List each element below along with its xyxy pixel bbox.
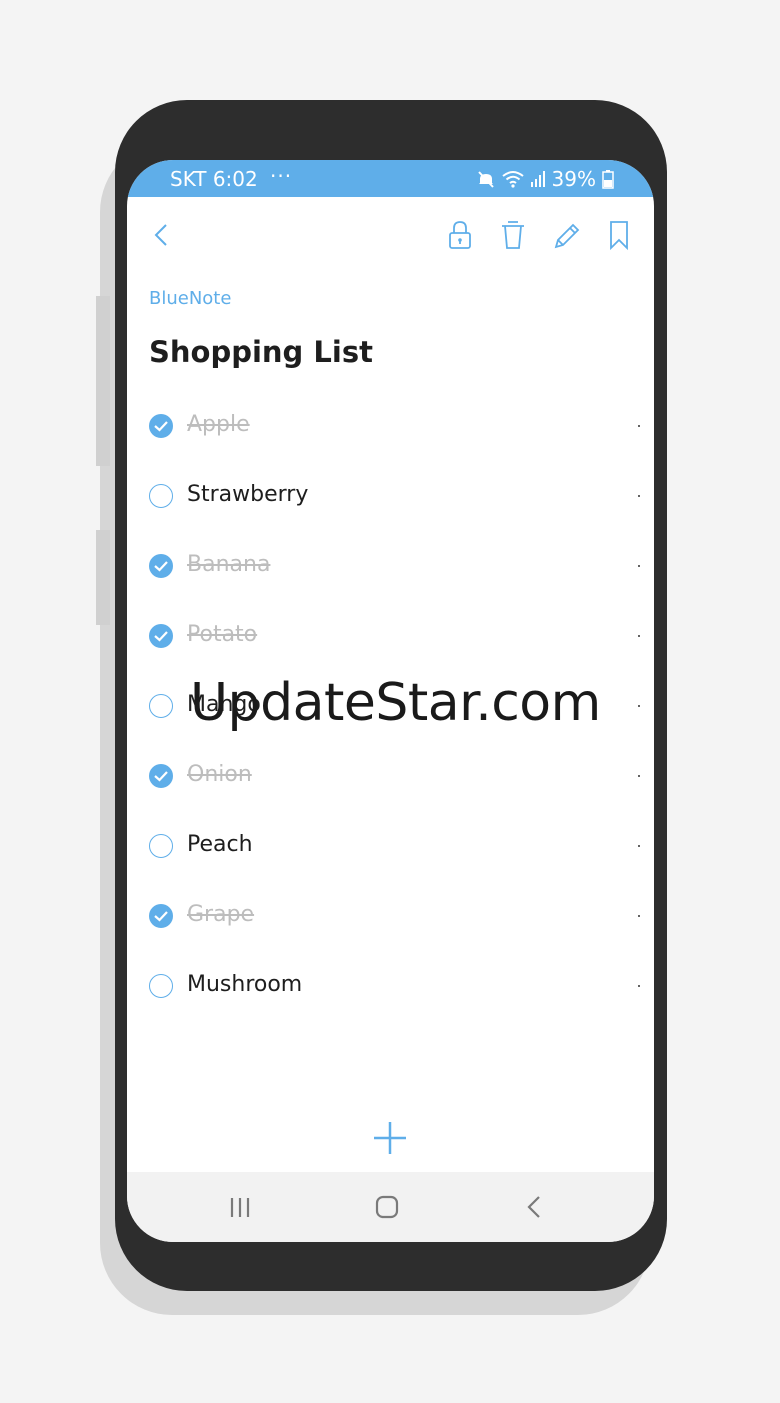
battery-icon [602,170,614,189]
item-label: Apple [187,412,250,437]
drag-handle-dot[interactable] [638,635,640,637]
bixby-button [96,530,110,625]
mute-icon [477,171,494,188]
checked-circle-icon[interactable] [149,764,173,788]
watermark: UpdateStar.com [190,673,601,733]
list-item[interactable]: Grape [127,882,654,952]
system-nav-bar [127,1172,654,1242]
unchecked-circle-icon[interactable] [149,974,173,998]
list-item[interactable]: Banana [127,532,654,602]
item-label: Onion [187,762,252,787]
wifi-icon [501,171,524,188]
checked-circle-icon[interactable] [149,414,173,438]
drag-handle-dot[interactable] [638,775,640,777]
list-item[interactable]: Potato [127,602,654,672]
item-label: Grape [187,902,255,927]
drag-handle-dot[interactable] [638,845,640,847]
drag-handle-dot[interactable] [638,495,640,497]
item-label: Banana [187,552,271,577]
back-chevron-icon[interactable] [147,218,177,252]
signal-icon [530,171,545,187]
unchecked-circle-icon[interactable] [149,484,173,508]
item-label: Potato [187,622,258,647]
checked-circle-icon[interactable] [149,904,173,928]
add-item-plus-icon[interactable] [372,1120,408,1156]
home-icon[interactable] [372,1192,402,1222]
trash-icon[interactable] [498,218,528,252]
item-label: Mushroom [187,972,303,997]
carrier-time: SKT 6:02 [170,167,258,191]
list-item[interactable]: Onion [127,742,654,812]
drag-handle-dot[interactable] [638,425,640,427]
drag-handle-dot[interactable] [638,705,640,707]
item-label: Strawberry [187,482,309,507]
unchecked-circle-icon[interactable] [149,694,173,718]
status-bar: SKT 6:02 ··· 39% [127,160,654,197]
drag-handle-dot[interactable] [638,915,640,917]
app-label: BlueNote [149,288,232,309]
bookmark-icon[interactable] [604,218,634,252]
checked-circle-icon[interactable] [149,554,173,578]
list-item[interactable]: Peach [127,812,654,882]
lock-icon[interactable] [445,218,475,252]
pencil-icon[interactable] [551,218,581,252]
list-item[interactable]: Strawberry [127,462,654,532]
drag-handle-dot[interactable] [638,565,640,567]
recent-apps-icon[interactable] [225,1192,255,1222]
volume-button [96,296,110,466]
item-label: Peach [187,832,253,857]
drag-handle-dot[interactable] [638,985,640,987]
battery-percent: 39% [551,167,596,191]
note-title: Shopping List [149,335,373,369]
notification-dots: ··· [270,164,293,188]
back-nav-icon[interactable] [520,1192,550,1222]
unchecked-circle-icon[interactable] [149,834,173,858]
list-item[interactable]: Apple [127,392,654,462]
list-item[interactable]: Mushroom [127,952,654,1022]
status-icons: 39% [476,167,614,191]
checked-circle-icon[interactable] [149,624,173,648]
